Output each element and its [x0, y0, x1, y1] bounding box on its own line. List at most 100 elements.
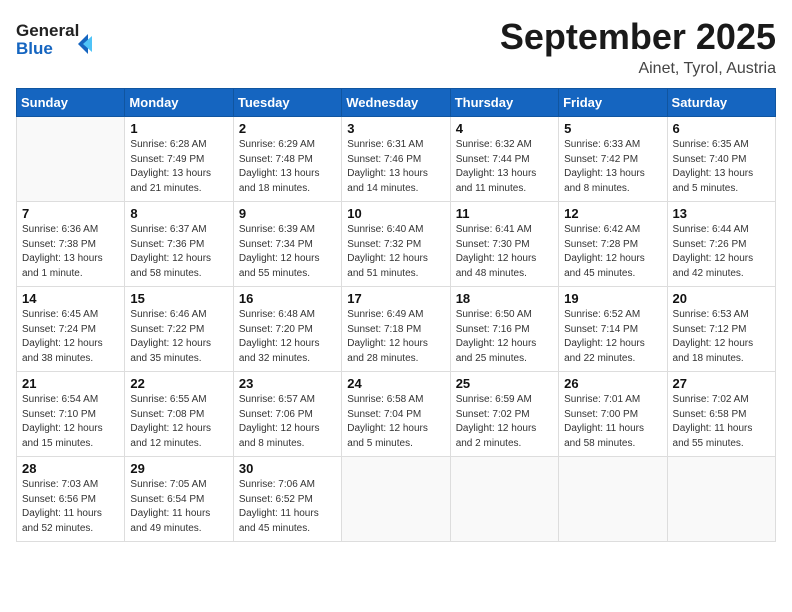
- month-title: September 2025: [500, 16, 776, 58]
- day-info: Sunrise: 6:52 AMSunset: 7:14 PMDaylight:…: [564, 308, 661, 366]
- calendar-cell: [450, 457, 558, 542]
- logo-icon: General Blue: [16, 16, 96, 66]
- day-number: 26: [564, 376, 661, 391]
- day-number: 20: [673, 291, 770, 306]
- calendar-cell: 1Sunrise: 6:28 AMSunset: 7:49 PMDaylight…: [125, 117, 233, 202]
- day-info: Sunrise: 6:48 AMSunset: 7:20 PMDaylight:…: [239, 308, 336, 366]
- day-number: 14: [22, 291, 119, 306]
- day-info: Sunrise: 6:36 AMSunset: 7:38 PMDaylight:…: [22, 223, 119, 281]
- calendar-cell: 7Sunrise: 6:36 AMSunset: 7:38 PMDaylight…: [17, 202, 125, 287]
- calendar-cell: 29 Sunrise: 7:05 AMSunset: 6:54 PMDayligh…: [125, 457, 233, 542]
- day-info: Sunrise: 6:55 AMSunset: 7:08 PMDaylight:…: [130, 393, 227, 451]
- calendar-cell: 16 Sunrise: 6:48 AMSunset: 7:20 PMDayligh…: [233, 287, 341, 372]
- day-number: 12: [564, 206, 661, 221]
- day-number: 13: [673, 206, 770, 221]
- column-header-tuesday: Tuesday: [233, 89, 341, 117]
- day-number: 28: [22, 461, 119, 476]
- day-info: Sunrise: 6:31 AMSunset: 7:46 PMDaylight:…: [347, 138, 444, 196]
- day-number: 23: [239, 376, 336, 391]
- day-info: Sunrise: 7:06 AMSunset: 6:52 PMDaylight:…: [239, 478, 336, 536]
- day-info: Sunrise: 6:29 AMSunset: 7:48 PMDaylight:…: [239, 138, 336, 196]
- day-number: 29: [130, 461, 227, 476]
- calendar-table: SundayMondayTuesdayWednesdayThursdayFrid…: [16, 88, 776, 542]
- day-number: 8: [130, 206, 227, 221]
- calendar-cell: 5 Sunrise: 6:33 AMSunset: 7:42 PMDaylight…: [559, 117, 667, 202]
- day-number: 3: [347, 121, 444, 136]
- day-number: 21: [22, 376, 119, 391]
- day-number: 5: [564, 121, 661, 136]
- day-info: Sunrise: 6:53 AMSunset: 7:12 PMDaylight:…: [673, 308, 770, 366]
- logo: General Blue: [16, 16, 96, 66]
- day-info: Sunrise: 6:58 AMSunset: 7:04 PMDaylight:…: [347, 393, 444, 451]
- day-info: Sunrise: 6:54 AMSunset: 7:10 PMDaylight:…: [22, 393, 119, 451]
- day-info: Sunrise: 6:35 AMSunset: 7:40 PMDaylight:…: [673, 138, 770, 196]
- column-header-friday: Friday: [559, 89, 667, 117]
- day-info: Sunrise: 7:01 AMSunset: 7:00 PMDaylight:…: [564, 393, 661, 451]
- column-header-saturday: Saturday: [667, 89, 775, 117]
- day-number: 27: [673, 376, 770, 391]
- day-number: 22: [130, 376, 227, 391]
- calendar-cell: 25Sunrise: 6:59 AMSunset: 7:02 PMDayligh…: [450, 372, 558, 457]
- day-number: 16: [239, 291, 336, 306]
- calendar-cell: 18 Sunrise: 6:50 AMSunset: 7:16 PMDayligh…: [450, 287, 558, 372]
- day-number: 24: [347, 376, 444, 391]
- calendar-cell: 4Sunrise: 6:32 AMSunset: 7:44 PMDaylight…: [450, 117, 558, 202]
- day-info: Sunrise: 6:32 AMSunset: 7:44 PMDaylight:…: [456, 138, 553, 196]
- page-header: General Blue September 2025 Ainet, Tyrol…: [16, 16, 776, 78]
- week-row-4: 21 Sunrise: 6:54 AMSunset: 7:10 PMDayligh…: [17, 372, 776, 457]
- location-title: Ainet, Tyrol, Austria: [500, 60, 776, 78]
- svg-text:General: General: [16, 21, 79, 40]
- calendar-cell: 9Sunrise: 6:39 AMSunset: 7:34 PMDaylight…: [233, 202, 341, 287]
- title-area: September 2025 Ainet, Tyrol, Austria: [500, 16, 776, 78]
- week-row-2: 7Sunrise: 6:36 AMSunset: 7:38 PMDaylight…: [17, 202, 776, 287]
- calendar-cell: 17 Sunrise: 6:49 AMSunset: 7:18 PMDayligh…: [342, 287, 450, 372]
- day-number: 2: [239, 121, 336, 136]
- calendar-cell: 20 Sunrise: 6:53 AMSunset: 7:12 PMDayligh…: [667, 287, 775, 372]
- day-info: Sunrise: 6:42 AMSunset: 7:28 PMDaylight:…: [564, 223, 661, 281]
- day-info: Sunrise: 6:50 AMSunset: 7:16 PMDaylight:…: [456, 308, 553, 366]
- day-info: Sunrise: 6:40 AMSunset: 7:32 PMDaylight:…: [347, 223, 444, 281]
- day-number: 15: [130, 291, 227, 306]
- calendar-cell: 27 Sunrise: 7:02 AMSunset: 6:58 PMDayligh…: [667, 372, 775, 457]
- day-number: 6: [673, 121, 770, 136]
- calendar-cell: 21 Sunrise: 6:54 AMSunset: 7:10 PMDayligh…: [17, 372, 125, 457]
- day-info: Sunrise: 6:33 AMSunset: 7:42 PMDaylight:…: [564, 138, 661, 196]
- calendar-cell: 10 Sunrise: 6:40 AMSunset: 7:32 PMDayligh…: [342, 202, 450, 287]
- calendar-cell: [17, 117, 125, 202]
- week-row-3: 14Sunrise: 6:45 AMSunset: 7:24 PMDayligh…: [17, 287, 776, 372]
- svg-text:Blue: Blue: [16, 39, 53, 58]
- day-number: 25: [456, 376, 553, 391]
- calendar-cell: 28 Sunrise: 7:03 AMSunset: 6:56 PMDayligh…: [17, 457, 125, 542]
- day-info: Sunrise: 7:03 AMSunset: 6:56 PMDaylight:…: [22, 478, 119, 536]
- day-number: 30: [239, 461, 336, 476]
- day-info: Sunrise: 6:39 AMSunset: 7:34 PMDaylight:…: [239, 223, 336, 281]
- day-info: Sunrise: 7:05 AMSunset: 6:54 PMDaylight:…: [130, 478, 227, 536]
- calendar-cell: 3 Sunrise: 6:31 AMSunset: 7:46 PMDaylight…: [342, 117, 450, 202]
- day-number: 17: [347, 291, 444, 306]
- day-number: 11: [456, 206, 553, 221]
- calendar-cell: 2 Sunrise: 6:29 AMSunset: 7:48 PMDaylight…: [233, 117, 341, 202]
- day-info: Sunrise: 7:02 AMSunset: 6:58 PMDaylight:…: [673, 393, 770, 451]
- calendar-cell: 24 Sunrise: 6:58 AMSunset: 7:04 PMDayligh…: [342, 372, 450, 457]
- calendar-cell: 26 Sunrise: 7:01 AMSunset: 7:00 PMDayligh…: [559, 372, 667, 457]
- calendar-cell: 8Sunrise: 6:37 AMSunset: 7:36 PMDaylight…: [125, 202, 233, 287]
- week-row-5: 28 Sunrise: 7:03 AMSunset: 6:56 PMDayligh…: [17, 457, 776, 542]
- day-number: 18: [456, 291, 553, 306]
- day-number: 10: [347, 206, 444, 221]
- calendar-cell: 22 Sunrise: 6:55 AMSunset: 7:08 PMDayligh…: [125, 372, 233, 457]
- day-number: 1: [130, 121, 227, 136]
- day-info: Sunrise: 6:57 AMSunset: 7:06 PMDaylight:…: [239, 393, 336, 451]
- calendar-cell: 12 Sunrise: 6:42 AMSunset: 7:28 PMDayligh…: [559, 202, 667, 287]
- day-info: Sunrise: 6:44 AMSunset: 7:26 PMDaylight:…: [673, 223, 770, 281]
- column-header-monday: Monday: [125, 89, 233, 117]
- calendar-cell: [342, 457, 450, 542]
- column-header-wednesday: Wednesday: [342, 89, 450, 117]
- calendar-header-row: SundayMondayTuesdayWednesdayThursdayFrid…: [17, 89, 776, 117]
- calendar-cell: 13 Sunrise: 6:44 AMSunset: 7:26 PMDayligh…: [667, 202, 775, 287]
- calendar-cell: 15Sunrise: 6:46 AMSunset: 7:22 PMDayligh…: [125, 287, 233, 372]
- calendar-cell: 6 Sunrise: 6:35 AMSunset: 7:40 PMDaylight…: [667, 117, 775, 202]
- calendar-cell: [559, 457, 667, 542]
- calendar-cell: 14Sunrise: 6:45 AMSunset: 7:24 PMDayligh…: [17, 287, 125, 372]
- day-number: 19: [564, 291, 661, 306]
- day-info: Sunrise: 6:49 AMSunset: 7:18 PMDaylight:…: [347, 308, 444, 366]
